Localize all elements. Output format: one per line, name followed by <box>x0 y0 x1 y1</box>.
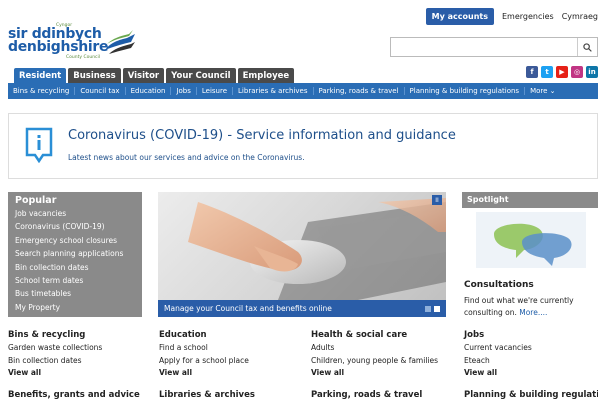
popular-item[interactable]: My Property <box>15 301 135 314</box>
search-input[interactable] <box>391 38 577 56</box>
category-link[interactable]: Garden waste collections <box>8 342 148 355</box>
nav-jobs[interactable]: Jobs <box>171 87 197 95</box>
top-links: My accounts Emergencies Cymraeg <box>425 8 598 25</box>
spotlight-panel: Spotlight Consultations Find out what we… <box>462 192 598 317</box>
linkedin-icon[interactable]: in <box>586 66 598 78</box>
audience-tabs: Resident Business Visitor Your Council E… <box>14 68 295 84</box>
category-title[interactable]: Health & social care <box>311 330 451 340</box>
hero-carousel[interactable]: II Manage your Council tax and benefits … <box>158 192 446 317</box>
pause-icon[interactable]: II <box>432 195 442 205</box>
carousel-dots <box>425 306 440 312</box>
popular-title: Popular <box>15 195 57 206</box>
hero-caption[interactable]: Manage your Council tax and benefits onl… <box>158 300 446 317</box>
category-link[interactable]: Adults <box>311 342 451 355</box>
search-icon[interactable] <box>577 38 597 56</box>
spotlight-title[interactable]: Consultations <box>464 280 534 290</box>
carousel-dot-active[interactable] <box>434 306 440 312</box>
nav-planning[interactable]: Planning & building regulations <box>405 87 526 95</box>
category-title-benefits[interactable]: Benefits, grants and advice <box>8 390 140 400</box>
covid-subtitle: Latest news about our services and advic… <box>68 153 305 162</box>
nav-more[interactable]: More ⌄ <box>525 87 560 95</box>
language-link[interactable]: Cymraeg <box>562 12 598 21</box>
spotlight-text: Find out what we're currently consulting… <box>464 295 598 319</box>
service-nav: Bins & recycling Council tax Education J… <box>8 83 598 99</box>
category-title-libraries[interactable]: Libraries & archives <box>159 390 255 400</box>
youtube-icon[interactable]: ▶ <box>556 66 568 78</box>
category-link[interactable]: Eteach <box>464 355 598 368</box>
hero-image <box>188 198 446 300</box>
carousel-dot[interactable] <box>425 306 431 312</box>
category-link[interactable]: Children, young people & families <box>311 355 451 368</box>
popular-item[interactable]: Bus timetables <box>15 287 135 300</box>
category-link[interactable]: Bin collection dates <box>8 355 148 368</box>
logo-line2: denbighshire <box>8 39 109 55</box>
popular-panel: Popular Job vacancies Coronavirus (COVID… <box>8 192 142 317</box>
tab-visitor[interactable]: Visitor <box>122 68 165 84</box>
logo-mark-icon <box>105 30 135 54</box>
category-title[interactable]: Jobs <box>464 330 598 340</box>
council-logo[interactable]: Cyngor sir ddinbych denbighshire County … <box>8 23 138 66</box>
nav-leisure[interactable]: Leisure <box>197 87 234 95</box>
speech-bubbles-icon <box>476 212 586 268</box>
twitter-icon[interactable]: t <box>541 66 553 78</box>
nav-education[interactable]: Education <box>126 87 172 95</box>
nav-council-tax[interactable]: Council tax <box>75 87 126 95</box>
covid-title[interactable]: Coronavirus (COVID-19) - Service informa… <box>68 128 456 143</box>
spotlight-more-link[interactable]: More.... <box>519 308 547 317</box>
category-link[interactable]: Find a school <box>159 342 299 355</box>
logo-council-bottom: County Council <box>66 55 101 60</box>
tab-business[interactable]: Business <box>68 68 121 84</box>
my-accounts-button[interactable]: My accounts <box>425 8 494 25</box>
covid-banner[interactable]: Coronavirus (COVID-19) - Service informa… <box>8 113 598 179</box>
tab-resident[interactable]: Resident <box>14 68 67 84</box>
category-title-parking[interactable]: Parking, roads & travel <box>311 390 422 400</box>
category-title[interactable]: Bins & recycling <box>8 330 148 340</box>
view-all-link[interactable]: View all <box>8 367 148 380</box>
view-all-link[interactable]: View all <box>159 367 299 380</box>
info-icon <box>25 127 53 163</box>
nav-parking[interactable]: Parking, roads & travel <box>314 87 405 95</box>
tab-employee[interactable]: Employee <box>237 68 295 84</box>
facebook-icon[interactable]: f <box>526 66 538 78</box>
site-search <box>390 37 598 57</box>
popular-item[interactable]: Job vacancies <box>15 207 135 220</box>
category-link[interactable]: Current vacancies <box>464 342 598 355</box>
popular-item[interactable]: School term dates <box>15 274 135 287</box>
category-title[interactable]: Education <box>159 330 299 340</box>
social-links: f t ▶ ◎ in <box>526 66 598 78</box>
popular-item[interactable]: Emergency school closures <box>15 234 135 247</box>
category-jobs: Jobs Current vacancies Eteach View all <box>464 330 598 380</box>
category-bins: Bins & recycling Garden waste collection… <box>8 330 148 380</box>
spotlight-header: Spotlight <box>462 192 598 208</box>
view-all-link[interactable]: View all <box>464 367 598 380</box>
category-education: Education Find a school Apply for a scho… <box>159 330 299 380</box>
popular-item[interactable]: Coronavirus (COVID-19) <box>15 220 135 233</box>
view-all-link[interactable]: View all <box>311 367 451 380</box>
nav-bins-recycling[interactable]: Bins & recycling <box>8 87 76 95</box>
popular-item[interactable]: Search planning applications <box>15 247 135 260</box>
category-health: Health & social care Adults Children, yo… <box>311 330 451 380</box>
nav-libraries[interactable]: Libraries & archives <box>233 87 314 95</box>
popular-item[interactable]: Bin collection dates <box>15 261 135 274</box>
category-title-planning[interactable]: Planning & building regulations <box>464 390 598 400</box>
emergencies-link[interactable]: Emergencies <box>502 12 554 21</box>
tab-your-council[interactable]: Your Council <box>166 68 236 84</box>
instagram-icon[interactable]: ◎ <box>571 66 583 78</box>
category-link[interactable]: Apply for a school place <box>159 355 299 368</box>
